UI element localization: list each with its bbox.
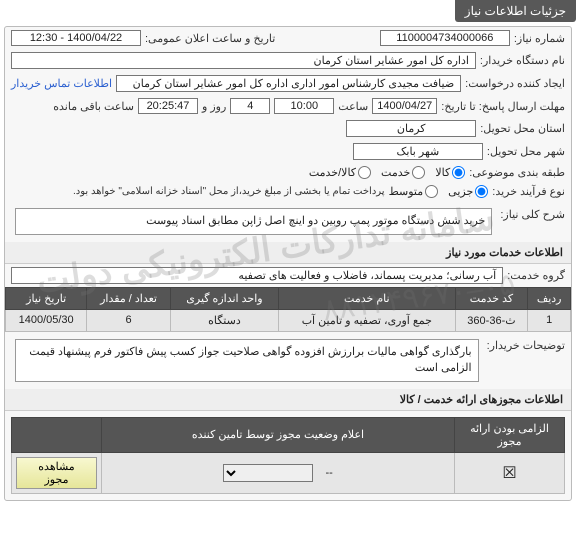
th-name: نام خدمت <box>279 287 456 309</box>
announce-label: تاریخ و ساعت اعلان عمومی: <box>145 32 275 45</box>
city-label: شهر محل تحویل: <box>487 145 565 158</box>
deadline-date: 1400/04/27 <box>372 98 437 114</box>
radio-khedmat-input[interactable] <box>412 166 425 179</box>
permits-table: الزامی بودن ارائه مجوز اعلام وضعیت مجوز … <box>11 417 565 494</box>
table-row: 1 ث-36-360 جمع آوری، تصفیه و تامین آب دس… <box>6 309 571 331</box>
td-date: 1400/05/30 <box>6 309 87 331</box>
buyer-note-label: توضیحات خریدار: <box>487 335 565 352</box>
radio-kala-input[interactable] <box>452 166 465 179</box>
th-date: تاریخ نیاز <box>6 287 87 309</box>
permits-section-title: اطلاعات مجوزهای ارائه خدمت / کالا <box>5 389 571 411</box>
contact-link[interactable]: اطلاعات تماس خریدار <box>11 77 112 90</box>
radio-kalakhedmat[interactable]: کالا/خدمت <box>309 166 371 179</box>
services-table: ردیف کد خدمت نام خدمت واحد اندازه گیری ت… <box>5 287 571 332</box>
radio-kalakhedmat-input[interactable] <box>358 166 371 179</box>
main-desc-label: شرح کلی نیاز: <box>500 204 565 221</box>
td-row: 1 <box>528 309 571 331</box>
permits-row: ☒ -- مشاهده مجوز <box>12 452 565 493</box>
radio-khedmat-label: خدمت <box>381 166 410 179</box>
province-label: استان محل تحویل: <box>480 122 565 135</box>
remain-label: ساعت باقی مانده <box>53 100 134 113</box>
radio-motavaset-label: متوسط <box>389 185 424 198</box>
process-label: نوع فرآیند خرید: <box>492 185 565 198</box>
radio-jozi-label: جزیی <box>448 185 473 198</box>
th-status: اعلام وضعیت مجوز توسط تامین کننده <box>102 417 455 452</box>
days-and-label: روز و <box>202 100 226 113</box>
subject-cat-label: طبقه بندی موضوعی: <box>469 166 565 179</box>
province-value: کرمان <box>346 120 476 137</box>
table-header-row: ردیف کد خدمت نام خدمت واحد اندازه گیری ت… <box>6 287 571 309</box>
buyer-label: نام دستگاه خریدار: <box>480 54 565 67</box>
td-qty: 6 <box>87 309 171 331</box>
status-cell: -- <box>102 452 455 493</box>
remain-time: 20:25:47 <box>138 98 198 114</box>
days-value: 4 <box>230 98 270 114</box>
th-code: کد خدمت <box>455 287 528 309</box>
th-qty: تعداد / مقدار <box>87 287 171 309</box>
radio-kala-label: کالا <box>435 166 450 179</box>
requester-value: ضیافت مجیدی کارشناس امور اداری اداره کل … <box>116 75 461 92</box>
services-section-title: اطلاعات خدمات مورد نیاز <box>5 242 571 264</box>
announce-value: 1400/04/22 - 12:30 <box>11 30 141 46</box>
buyer-value: اداره کل امور عشایر استان کرمان <box>11 52 476 69</box>
subject-cat-group: کالا خدمت کالا/خدمت <box>309 166 465 179</box>
td-name: جمع آوری، تصفیه و تامین آب <box>279 309 456 331</box>
deadline-label: مهلت ارسال پاسخ: تا تاریخ: <box>441 100 565 113</box>
radio-jozi-input[interactable] <box>475 185 488 198</box>
service-group-value: آب رسانی؛ مدیریت پسماند، فاضلاب و فعالیت… <box>11 267 503 284</box>
need-no-label: شماره نیاز: <box>514 32 565 45</box>
city-value: شهر بابک <box>353 143 483 160</box>
service-group-label: گروه خدمت: <box>507 269 565 282</box>
status-select[interactable] <box>223 464 313 482</box>
time-label-1: ساعت <box>338 100 368 113</box>
td-unit: دستگاه <box>170 309 278 331</box>
status-dash: -- <box>325 467 332 479</box>
buyer-note-value: بارگذاری گواهی مالیات برارزش افزوده گواه… <box>15 339 479 382</box>
need-no-value: 1100004734000066 <box>380 30 510 46</box>
radio-kala[interactable]: کالا <box>435 166 465 179</box>
radio-kalakhedmat-label: کالا/خدمت <box>309 166 356 179</box>
view-permit-button[interactable]: مشاهده مجوز <box>16 457 97 489</box>
main-panel: شماره نیاز: 1100004734000066 تاریخ و ساع… <box>4 26 572 501</box>
main-desc-value: خرید شش دستگاه موتور پمپ روبین دو اینچ ا… <box>15 208 492 235</box>
th-mandatory: الزامی بودن ارائه مجوز <box>455 417 565 452</box>
radio-motavaset-input[interactable] <box>425 185 438 198</box>
mandatory-checkbox: ☒ <box>455 452 565 493</box>
radio-jozi[interactable]: جزیی <box>448 185 488 198</box>
th-unit: واحد اندازه گیری <box>170 287 278 309</box>
action-cell: مشاهده مجوز <box>12 452 102 493</box>
th-action <box>12 417 102 452</box>
th-row: ردیف <box>528 287 571 309</box>
tab-title: جزئیات اطلاعات نیاز <box>455 0 576 22</box>
process-group: جزیی متوسط <box>389 185 489 198</box>
requester-label: ایجاد کننده درخواست: <box>465 77 565 90</box>
td-code: ث-36-360 <box>455 309 528 331</box>
deadline-time: 10:00 <box>274 98 334 114</box>
radio-khedmat[interactable]: خدمت <box>381 166 425 179</box>
permits-header-row: الزامی بودن ارائه مجوز اعلام وضعیت مجوز … <box>12 417 565 452</box>
radio-motavaset[interactable]: متوسط <box>389 185 439 198</box>
process-note: پرداخت تمام یا بخشی از مبلغ خرید،از محل … <box>73 186 385 197</box>
